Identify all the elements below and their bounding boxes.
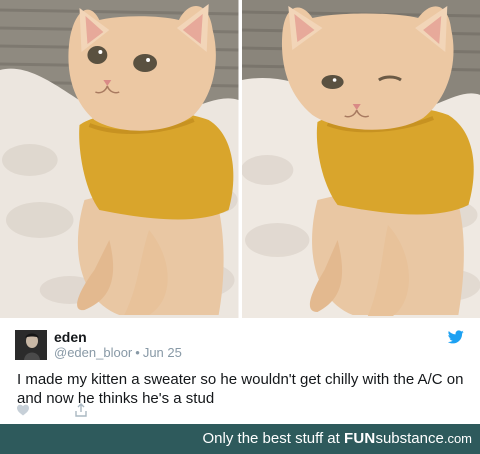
meta-separator: • bbox=[135, 345, 140, 360]
brand-domain[interactable]: .com bbox=[444, 431, 472, 446]
tweet-meta: @eden_bloor • Jun 25 bbox=[54, 345, 182, 360]
tweet-card: eden @eden_bloor • Jun 25 I made my kitten… bbox=[0, 318, 480, 424]
tweet-date[interactable]: Jun 25 bbox=[143, 345, 182, 360]
footer-text: Only the best stuff at FUNsubstance.com bbox=[203, 430, 472, 447]
brand-fun[interactable]: FUN bbox=[344, 430, 375, 447]
kitten-illustration-left bbox=[0, 0, 239, 318]
share-icon[interactable] bbox=[74, 403, 88, 417]
user-handle[interactable]: @eden_bloor bbox=[54, 345, 132, 360]
avatar[interactable] bbox=[15, 330, 47, 360]
kitten-photo-right[interactable] bbox=[241, 0, 480, 318]
kitten-illustration-right bbox=[241, 0, 480, 318]
footer-banner: Only the best stuff at FUNsubstance.com bbox=[0, 424, 480, 454]
kitten-photo-left[interactable] bbox=[0, 0, 239, 318]
display-name[interactable]: eden bbox=[54, 329, 87, 345]
footer-tagline: Only the best stuff at bbox=[202, 430, 340, 447]
heart-icon[interactable] bbox=[16, 403, 30, 417]
brand-substance[interactable]: substance bbox=[375, 430, 443, 447]
photo-pair bbox=[0, 0, 480, 318]
twitter-bird-icon[interactable] bbox=[448, 330, 464, 344]
avatar-image bbox=[15, 330, 47, 360]
